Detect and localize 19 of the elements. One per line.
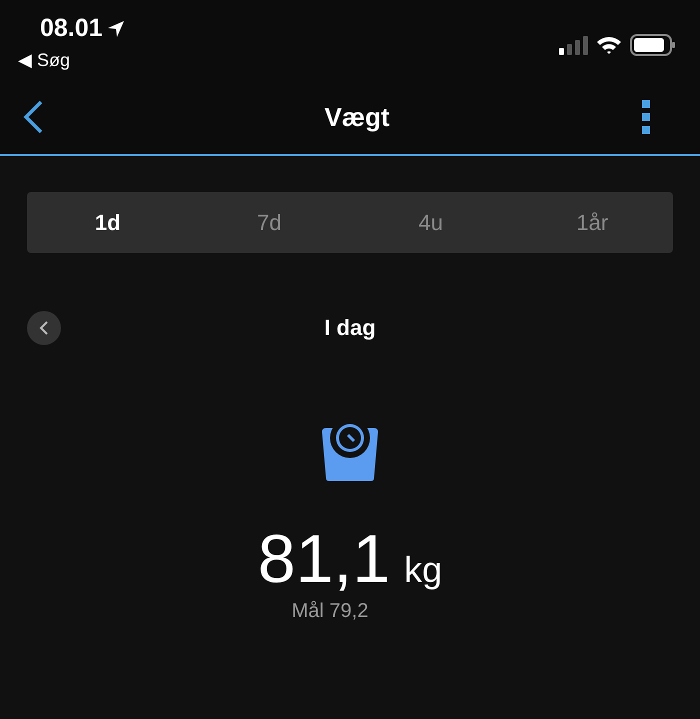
period-tab[interactable]: 4u [350,192,512,253]
screen-title: Vægt [324,102,390,132]
previous-button[interactable] [27,311,61,345]
signal-icon [558,35,588,55]
wifi-icon [596,35,622,55]
chevron-left-icon [39,320,49,336]
status-time: 08.01 [40,14,103,43]
more-icon[interactable] [642,100,650,134]
goal-text: Mål 79,2 [292,600,368,623]
weight-value: 81,1 [258,520,390,598]
period-tab[interactable]: 1d [27,192,188,253]
period-tab[interactable]: 1år [512,192,673,253]
battery-icon [630,34,676,56]
location-arrow-icon [106,20,125,38]
period-label: I dag [324,315,376,341]
back-chevron-icon[interactable] [22,100,44,134]
back-to-app-link[interactable]: ◀ Søg [18,49,70,71]
weight-unit: kg [404,549,442,591]
period-tab[interactable]: 7d [188,192,350,253]
